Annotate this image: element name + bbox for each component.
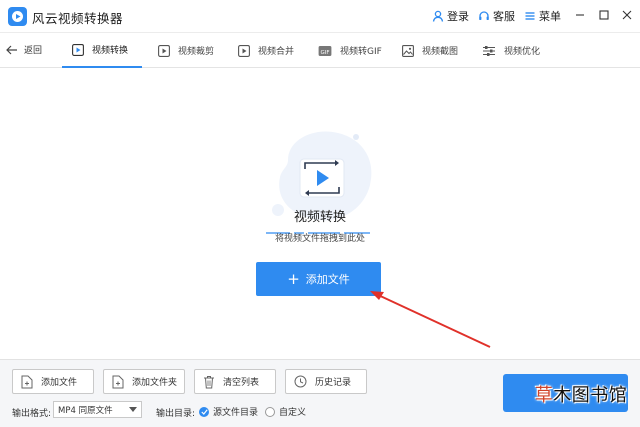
back-arrow-icon <box>6 45 17 54</box>
sliders-icon <box>482 45 496 57</box>
watermark-highlight: 草 <box>534 385 554 406</box>
trash-icon <box>203 375 215 389</box>
function-toolbar: 返回 视频转换 视频裁剪 视频合并 GIF 视频转GIF 视频截图 视频优化 <box>0 32 640 68</box>
output-format-select[interactable]: MP4 同原文件 <box>53 401 142 418</box>
tab-video-crop[interactable]: 视频裁剪 <box>158 33 214 68</box>
watermark: 草木图书馆 <box>527 380 635 408</box>
tab-video-screenshot[interactable]: 视频截图 <box>402 33 458 68</box>
add-file-label: 添加文件 <box>305 273 350 286</box>
tab-label: 视频转换 <box>92 46 129 56</box>
output-dir-label: 输出目录: <box>156 409 196 419</box>
app-title: 风云视频转换器 <box>32 11 124 26</box>
radio-unchecked-icon <box>265 406 275 417</box>
file-add-icon <box>21 375 33 389</box>
title-bar: 风云视频转换器 登录 客服 菜单 <box>0 0 640 32</box>
tab-label: 视频转GIF <box>340 47 382 57</box>
tab-video-gif[interactable]: GIF 视频转GIF <box>318 33 382 68</box>
merge-icon <box>238 44 250 57</box>
maximize-icon <box>599 10 609 20</box>
output-format-label: 输出格式: <box>12 409 52 419</box>
plus-icon: + <box>287 269 300 288</box>
radio-label: 源文件目录 <box>213 408 259 418</box>
button-label: 历史记录 <box>315 378 352 388</box>
tab-video-convert[interactable]: 视频转换 <box>62 33 142 68</box>
tab-video-merge[interactable]: 视频合并 <box>238 33 294 68</box>
watermark-text: 木图书馆 <box>553 385 628 406</box>
add-folder-button[interactable]: 添加文件夹 <box>103 369 185 394</box>
tab-label: 视频裁剪 <box>178 47 215 57</box>
minimize-icon <box>576 14 584 16</box>
app-logo-icon <box>8 7 27 26</box>
annotation-arrow <box>370 291 491 348</box>
login-label: 登录 <box>447 10 469 23</box>
crop-icon <box>158 44 170 57</box>
history-button[interactable]: 历史记录 <box>285 369 367 394</box>
radio-source-dir[interactable]: 源文件目录 <box>199 405 258 418</box>
gif-icon: GIF <box>318 45 332 57</box>
tab-label: 视频合并 <box>258 47 295 57</box>
tab-label: 视频截图 <box>422 47 459 57</box>
close-button[interactable] <box>620 8 634 22</box>
back-label: 返回 <box>24 46 43 56</box>
add-file-button[interactable]: + 添加文件 <box>256 262 381 296</box>
add-file-small-button[interactable]: 添加文件 <box>12 369 94 394</box>
close-icon <box>622 10 632 20</box>
button-label: 添加文件夹 <box>132 378 178 388</box>
drop-zone[interactable]: 视频转换 将视频文件拖拽到此处 + 添加文件 <box>0 68 640 359</box>
chevron-down-icon <box>129 407 137 412</box>
menu-button[interactable]: 菜单 <box>524 8 561 24</box>
service-button[interactable]: 客服 <box>478 8 515 24</box>
button-label: 添加文件 <box>41 378 78 388</box>
radio-custom-dir[interactable]: 自定义 <box>265 405 306 418</box>
radio-label: 自定义 <box>279 408 307 418</box>
folder-add-icon <box>112 375 124 389</box>
drop-hint: 将视频文件拖拽到此处 <box>274 234 365 244</box>
login-button[interactable]: 登录 <box>432 8 469 24</box>
output-format-value: MP4 同原文件 <box>58 405 113 416</box>
button-label: 清空列表 <box>223 378 260 388</box>
tab-video-optimize[interactable]: 视频优化 <box>482 33 540 68</box>
menu-label: 菜单 <box>539 10 561 23</box>
play-square-icon <box>72 43 84 56</box>
menu-icon <box>525 12 535 20</box>
history-icon <box>294 375 307 388</box>
clear-list-button[interactable]: 清空列表 <box>194 369 276 394</box>
user-icon <box>432 10 444 22</box>
tab-label: 视频优化 <box>504 47 541 57</box>
back-button[interactable]: 返回 <box>6 43 42 56</box>
image-icon <box>402 44 414 57</box>
maximize-button[interactable] <box>597 8 611 22</box>
minimize-button[interactable] <box>573 8 587 22</box>
radio-checked-icon <box>199 406 209 417</box>
headset-icon <box>479 11 489 20</box>
svg-text:GIF: GIF <box>320 49 329 55</box>
section-title: 视频转换 <box>293 210 346 225</box>
service-label: 客服 <box>493 10 515 23</box>
